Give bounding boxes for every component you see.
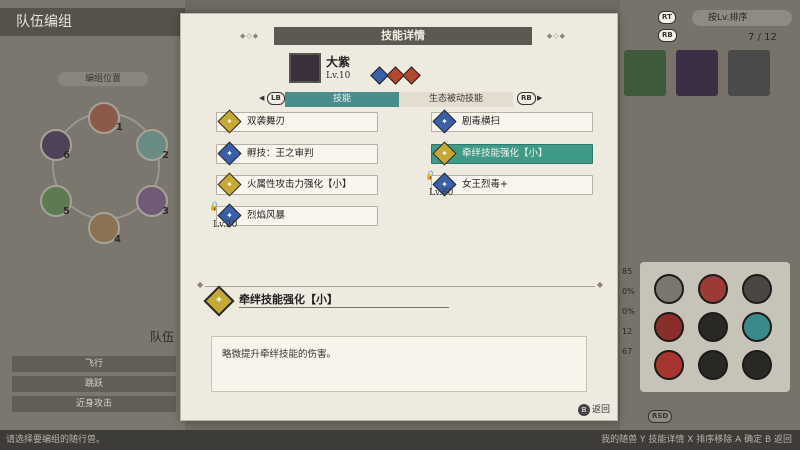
stat-value: 67 bbox=[622, 347, 633, 356]
gene-slot[interactable] bbox=[654, 350, 684, 380]
skill-blue-icon: ✦ bbox=[432, 109, 457, 134]
skill-item[interactable]: ✦ 双袭舞刃 bbox=[216, 109, 378, 134]
b-button-icon: B bbox=[578, 404, 590, 416]
tab-ecology-passive[interactable]: 生态被动技能 bbox=[399, 92, 513, 107]
back-label: 返回 bbox=[592, 405, 611, 415]
bottom-hint-bar: 请选择要编组的随行兽。 我的随兽 Y 技能详情 X 排序移除 A 确定 B 返回 bbox=[0, 430, 800, 450]
stat-value: 0% bbox=[622, 287, 635, 296]
monster-level: Lv.10 bbox=[326, 71, 351, 81]
stat-value: 12 bbox=[622, 327, 633, 336]
skill-name: 剧毒横扫 bbox=[462, 116, 501, 127]
skill-item[interactable]: ✦ 女王烈毒+ bbox=[431, 172, 593, 197]
slot-number-2: 2 bbox=[162, 150, 169, 161]
rsd-hint: RSD bbox=[648, 410, 673, 423]
slot-number-5: 5 bbox=[63, 206, 70, 217]
page-count: 7 / 12 bbox=[748, 32, 777, 43]
unlock-level: Lv.60 bbox=[429, 188, 454, 198]
skill-gold-icon: ✦ bbox=[217, 109, 242, 134]
skill-item[interactable]: ✦ 火属性攻击力强化【小】 bbox=[216, 172, 378, 197]
stat-value: 0% bbox=[622, 307, 635, 316]
back-button[interactable]: B 返回 bbox=[578, 402, 610, 416]
skill-gold-icon: ✦ bbox=[432, 141, 457, 166]
team-title: 队伍编组 bbox=[0, 8, 185, 36]
rt-button-hint: RT bbox=[658, 11, 676, 24]
rb-button-hint: RB bbox=[658, 29, 677, 42]
gene-slot[interactable] bbox=[654, 312, 684, 342]
team-skill-row: 飞行 bbox=[12, 356, 176, 372]
position-label: 编组位置 bbox=[58, 72, 148, 86]
skill-description: 略微提升牵绊技能的伤害。 bbox=[211, 336, 587, 392]
slot-number-6: 6 bbox=[63, 150, 70, 161]
monster-card[interactable] bbox=[624, 50, 666, 96]
unlock-level: Lv.20 bbox=[213, 220, 238, 230]
slot-number-1: 1 bbox=[116, 122, 123, 133]
tab-right-arrow-icon: ▶ bbox=[537, 94, 543, 102]
lb-button-hint[interactable]: LB bbox=[267, 92, 285, 105]
team-skill-row: 近身攻击 bbox=[12, 396, 176, 412]
bottom-left-hint: 请选择要编组的随行兽。 bbox=[6, 435, 106, 445]
skill-item-selected[interactable]: ✦ 牵绊技能强化【小】 bbox=[431, 141, 593, 166]
skill-item[interactable]: ✦ 孵技：王之审判 bbox=[216, 141, 378, 166]
detail-underline bbox=[239, 307, 449, 308]
slot-number-4: 4 bbox=[114, 234, 121, 245]
selected-skill-gold-icon: ✦ bbox=[203, 285, 235, 317]
skill-name: 孵技：王之审判 bbox=[247, 148, 314, 159]
gene-slot[interactable] bbox=[698, 312, 728, 342]
gene-slot[interactable] bbox=[742, 312, 772, 342]
sort-button[interactable]: 按Lv.排序 bbox=[692, 10, 792, 26]
section-divider bbox=[197, 280, 603, 289]
monster-card[interactable] bbox=[728, 50, 770, 96]
gene-slot[interactable] bbox=[742, 274, 772, 304]
rb-button-hint[interactable]: RB bbox=[517, 92, 536, 105]
stat-value: 85 bbox=[622, 267, 633, 276]
tab-left-arrow-icon: ◀ bbox=[259, 94, 265, 102]
detail-skill-title: 牵绊技能强化【小】 bbox=[239, 293, 338, 306]
skill-gold-icon: ✦ bbox=[217, 172, 242, 197]
gene-slot[interactable] bbox=[742, 350, 772, 380]
team-panel: 队伍编组 编组位置 1 2 3 4 5 6 队伍 飞行 跳跃 近身攻击 bbox=[0, 0, 185, 430]
team-label: 队伍 bbox=[150, 330, 175, 344]
skill-detail-modal: 技能详情 大紫 Lv.10 ◀ LB 技能 生态被动技能 RB ▶ ✦ 双袭舞刃… bbox=[180, 13, 618, 421]
skill-name: 女王烈毒+ bbox=[462, 179, 508, 190]
skill-name: 烈焰风暴 bbox=[247, 210, 286, 221]
modal-title: 技能详情 bbox=[240, 27, 566, 45]
skill-name: 火属性攻击力强化【小】 bbox=[247, 179, 352, 190]
monster-portrait bbox=[289, 53, 321, 83]
tab-bar: ◀ LB 技能 生态被动技能 RB ▶ bbox=[259, 92, 617, 107]
gene-slot[interactable] bbox=[698, 350, 728, 380]
stat-column: 85 0% 0% 12 67 bbox=[622, 262, 635, 362]
monster-card[interactable] bbox=[676, 50, 718, 96]
skill-blue-icon: ✦ bbox=[217, 141, 242, 166]
gene-board bbox=[640, 262, 790, 392]
skill-item[interactable]: ✦ 剧毒横扫 bbox=[431, 109, 593, 134]
bottom-right-hint: 我的随兽 Y 技能详情 X 排序移除 A 确定 B 返回 bbox=[601, 435, 792, 445]
element-fire-icon bbox=[402, 66, 421, 85]
team-skill-row: 跳跃 bbox=[12, 376, 176, 392]
skill-name: 双袭舞刃 bbox=[247, 116, 286, 127]
tab-skills[interactable]: 技能 bbox=[285, 92, 399, 107]
gene-slot[interactable] bbox=[654, 274, 684, 304]
monster-name: 大紫 bbox=[326, 55, 351, 69]
skill-name: 牵绊技能强化【小】 bbox=[462, 148, 548, 159]
slot-number-3: 3 bbox=[162, 206, 169, 217]
skill-item[interactable]: ✦ 烈焰风暴 bbox=[216, 203, 378, 228]
gene-slot[interactable] bbox=[698, 274, 728, 304]
